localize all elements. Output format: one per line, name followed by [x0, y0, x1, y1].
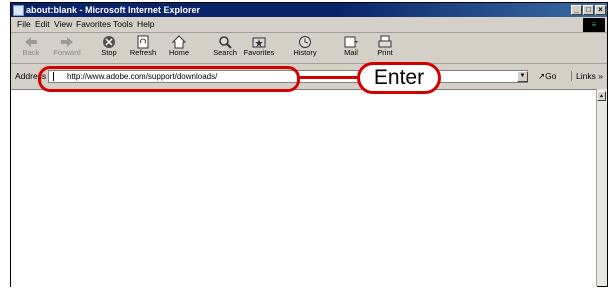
callout-connector-line [298, 76, 358, 79]
refresh-icon [137, 35, 149, 49]
menu-tools[interactable]: Tools [113, 19, 133, 29]
maximize-button[interactable]: □ [583, 5, 594, 15]
minimize-button[interactable]: _ [571, 5, 582, 15]
title-bar: about:blank - Microsoft Internet Explore… [11, 3, 607, 17]
menu-view[interactable]: View [54, 19, 72, 29]
favorites-icon [252, 37, 266, 48]
browser-window: about:blank - Microsoft Internet Explore… [10, 2, 608, 287]
stop-label: Stop [101, 48, 117, 57]
links-button[interactable]: Links » [571, 71, 603, 81]
menu-help[interactable]: Help [137, 19, 154, 29]
stop-button[interactable]: Stop [91, 34, 127, 62]
ie-throbber-icon: ≡ [583, 18, 605, 32]
home-label: Home [168, 48, 189, 57]
vertical-scrollbar[interactable]: ▲ [596, 89, 607, 286]
stop-icon [103, 36, 115, 48]
go-label: Go [545, 71, 557, 81]
mail-icon [344, 36, 358, 48]
history-label: History [293, 48, 317, 57]
window-title: about:blank - Microsoft Internet Explore… [26, 5, 201, 15]
menu-file[interactable]: File [17, 19, 31, 29]
address-dropdown-button[interactable]: ▼ [517, 71, 528, 82]
favorites-button[interactable]: Favorites [241, 34, 277, 62]
back-button[interactable]: Back [13, 34, 49, 62]
back-arrow-icon [25, 37, 37, 47]
standard-toolbar: Back Forward Stop Refresh Home Search Fa… [11, 33, 607, 64]
refresh-label: Refresh [129, 48, 157, 57]
favorites-label: Favorites [243, 48, 275, 57]
mail-label: Mail [344, 48, 358, 57]
menu-bar: File Edit View Favorites Tools Help [11, 18, 607, 33]
print-button[interactable]: Print [367, 34, 403, 62]
back-label: Back [22, 48, 40, 57]
menu-edit[interactable]: Edit [35, 19, 50, 29]
forward-arrow-icon [61, 37, 73, 47]
refresh-button[interactable]: Refresh [125, 34, 161, 62]
close-button[interactable]: × [595, 5, 606, 15]
search-icon [219, 36, 232, 49]
ie-logo-icon [13, 5, 24, 16]
print-icon [378, 35, 392, 48]
page-content-area[interactable] [11, 89, 597, 287]
home-icon [171, 35, 187, 49]
menu-favorites[interactable]: Favorites [76, 19, 111, 29]
home-button[interactable]: Home [161, 34, 197, 62]
forward-button[interactable]: Forward [49, 34, 85, 62]
search-label: Search [213, 48, 237, 57]
history-button[interactable]: History [287, 34, 323, 62]
scroll-up-button[interactable]: ▲ [597, 91, 606, 101]
forward-label: Forward [53, 48, 81, 57]
enter-callout: Enter [357, 62, 441, 94]
print-label: Print [377, 48, 393, 57]
history-icon [299, 36, 311, 48]
address-highlight-oval [38, 66, 300, 92]
search-button[interactable]: Search [207, 34, 243, 62]
mail-button[interactable]: Mail [333, 34, 369, 62]
go-button[interactable]: ↗Go [538, 71, 556, 82]
